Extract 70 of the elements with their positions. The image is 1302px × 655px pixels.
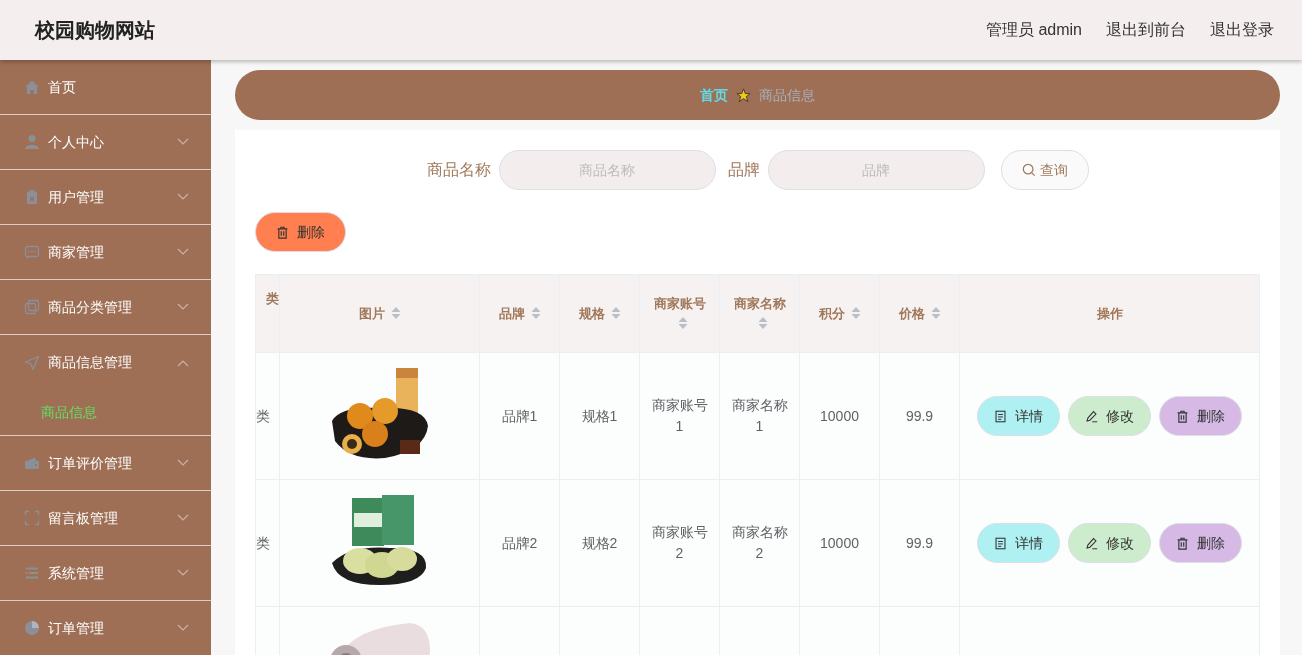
- header-link[interactable]: 管理员 admin: [985, 18, 1082, 42]
- sidebar-item[interactable]: 订单评价管理: [0, 436, 211, 491]
- search-field[interactable]: 商品名称: [498, 150, 716, 190]
- list-icon: [24, 565, 40, 581]
- pencil-icon: [1085, 536, 1098, 550]
- table-cell: 类: [256, 407, 270, 424]
- table-cell: 类: [256, 534, 270, 551]
- column-header: 操作: [959, 274, 1260, 353]
- action-button[interactable]: 修改: [1068, 396, 1151, 436]
- action-button[interactable]: 删除: [1159, 396, 1242, 436]
- search-field[interactable]: 品牌: [767, 150, 985, 190]
- sidebar-item[interactable]: 商品分类管理: [0, 280, 211, 335]
- table-cell: 99.9: [905, 534, 934, 551]
- column-header[interactable]: 价格: [879, 274, 960, 353]
- chat-icon: [24, 244, 40, 260]
- table-cell: 商家名称1: [731, 397, 788, 434]
- clipboard-icon: [24, 189, 40, 205]
- trash-icon: [1176, 409, 1189, 423]
- action-button[interactable]: 修改: [1068, 523, 1151, 563]
- copy-icon: [24, 299, 40, 315]
- sidebar-item[interactable]: 商家管理: [0, 225, 211, 280]
- table-cell: 品牌2: [501, 534, 538, 551]
- site-title: 校园购物网站: [35, 18, 155, 43]
- user-icon: [24, 134, 40, 150]
- trash-icon: [1176, 536, 1189, 550]
- sidebar-item[interactable]: 个人中心: [0, 115, 211, 170]
- column-header[interactable]: 积分: [799, 274, 880, 353]
- table-cell: 商家账号2: [651, 524, 708, 561]
- frame-icon: [24, 510, 40, 526]
- sidebar-subitem[interactable]: 商品信息: [0, 390, 211, 436]
- column-header[interactable]: 商家名称: [719, 274, 800, 353]
- column-header[interactable]: 商家账号: [639, 274, 720, 353]
- table-cell: 10000: [820, 534, 859, 551]
- column-header[interactable]: 规格: [559, 274, 640, 353]
- wallet-icon: [24, 455, 40, 471]
- sidebar-item[interactable]: 留言板管理: [0, 491, 211, 546]
- column-header[interactable]: 图片: [279, 274, 480, 353]
- document-icon: [994, 536, 1007, 550]
- search-icon: [1021, 163, 1036, 177]
- sidebar-item[interactable]: 系统管理: [0, 546, 211, 601]
- sidebar-item[interactable]: 用户管理: [0, 170, 211, 225]
- breadcrumb-link[interactable]: 首页: [700, 84, 728, 106]
- table-cell: 10000: [820, 407, 859, 424]
- delete-button[interactable]: 删除: [255, 212, 346, 252]
- sidebar-item[interactable]: 首页: [0, 60, 211, 115]
- header-link[interactable]: 退出登录: [1210, 18, 1274, 42]
- pie-icon: [24, 620, 40, 636]
- star-icon: [736, 87, 751, 103]
- action-button[interactable]: 详情: [977, 396, 1060, 436]
- field-label: 品牌: [727, 160, 760, 180]
- sidebar-item[interactable]: 商品信息管理: [0, 335, 211, 390]
- sidebar-item[interactable]: 订单管理: [0, 601, 211, 655]
- table-cell: 商家名称2: [731, 524, 788, 561]
- home-icon: [24, 79, 40, 95]
- header-link[interactable]: 退出到前台: [1106, 18, 1186, 42]
- search-button[interactable]: 查询: [1000, 150, 1089, 190]
- table-cell: 99.9: [905, 407, 934, 424]
- action-button[interactable]: 删除: [1159, 523, 1242, 563]
- column-header: 类: [255, 274, 280, 353]
- trash-icon: [276, 225, 289, 239]
- table-cell: 规格1: [581, 407, 618, 424]
- column-header[interactable]: 品牌: [479, 274, 560, 353]
- document-icon: [994, 409, 1007, 423]
- table-cell: 品牌1: [501, 407, 538, 424]
- pencil-icon: [1085, 409, 1098, 423]
- table-cell: 商家账号1: [651, 397, 708, 434]
- table-cell: 规格2: [581, 534, 618, 551]
- action-button[interactable]: 详情: [977, 523, 1060, 563]
- navigation-icon: [24, 354, 40, 371]
- field-label: 商品名称: [426, 160, 491, 180]
